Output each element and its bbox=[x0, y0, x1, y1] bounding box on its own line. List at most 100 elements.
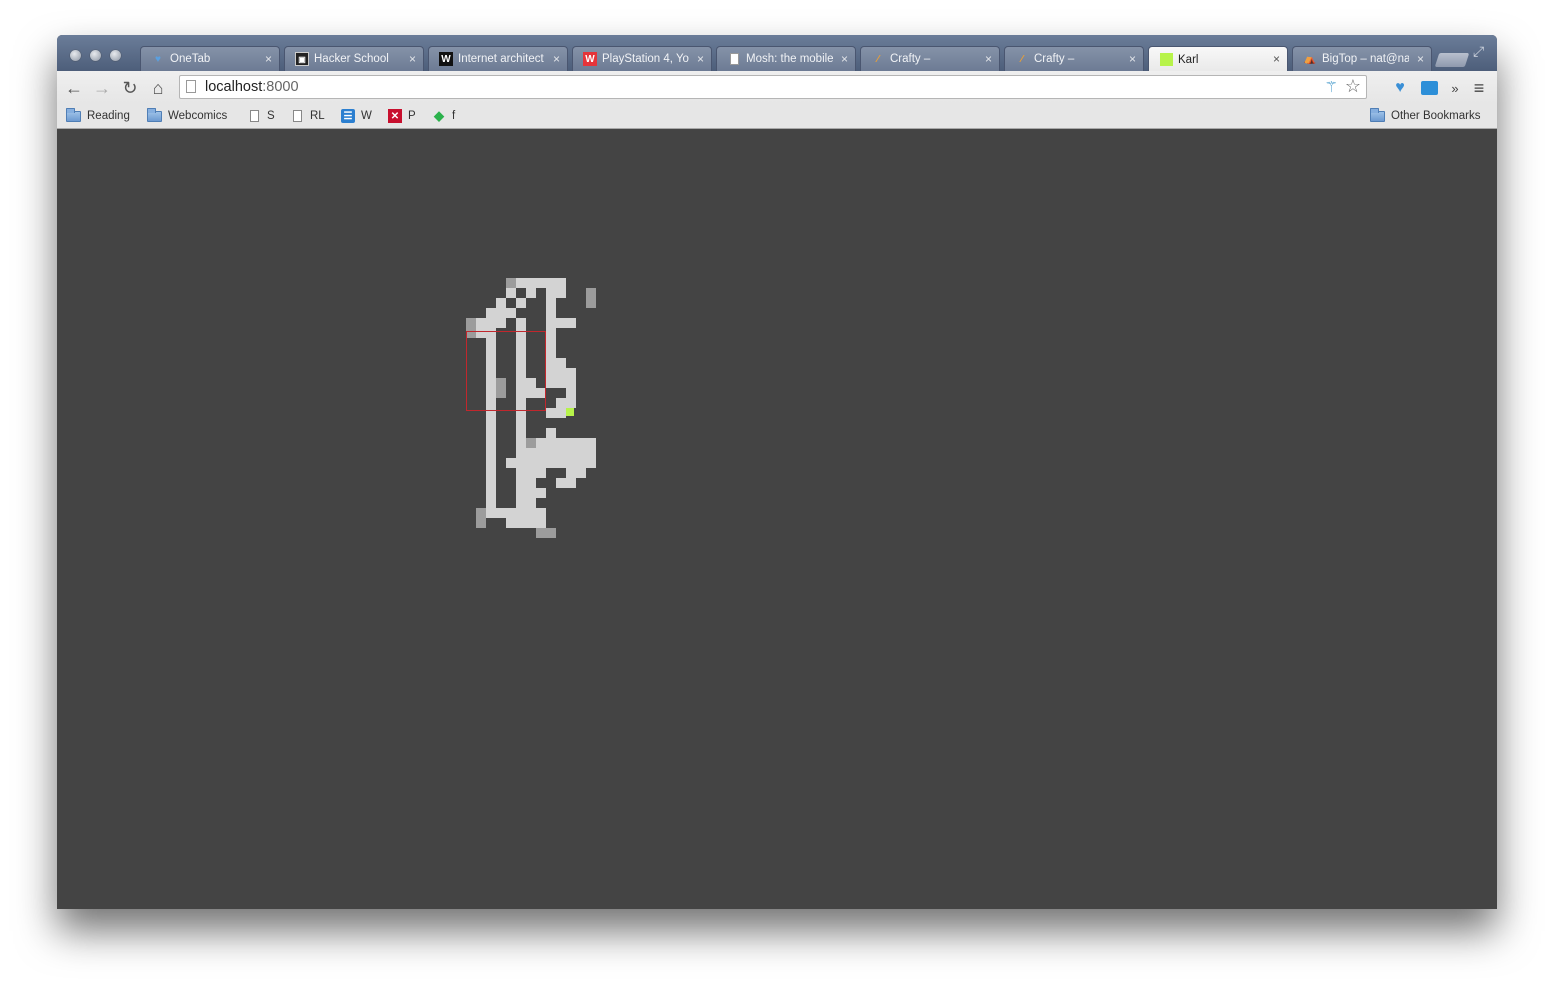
floor-tile bbox=[486, 438, 496, 448]
new-tab-button[interactable] bbox=[1434, 53, 1470, 67]
close-tab-icon[interactable]: × bbox=[697, 52, 704, 66]
floor-tile bbox=[516, 278, 526, 288]
back-icon[interactable]: ← bbox=[64, 78, 84, 98]
floor-tile bbox=[506, 458, 516, 468]
floor-tile bbox=[516, 448, 526, 458]
screenshot-extension-icon[interactable] bbox=[1419, 78, 1439, 98]
bookmark-label: Webcomics bbox=[168, 110, 228, 122]
wall-tile bbox=[526, 438, 536, 448]
floor-tile bbox=[556, 358, 566, 368]
menu-icon[interactable]: ≡ bbox=[1469, 78, 1489, 98]
tab-karl[interactable]: Karl × bbox=[1148, 46, 1288, 72]
floor-tile bbox=[506, 518, 516, 528]
bookmark-label: RL bbox=[310, 110, 325, 122]
other-bookmarks[interactable]: Other Bookmarks bbox=[1370, 107, 1480, 123]
bookmark-s[interactable]: S bbox=[250, 109, 275, 123]
floor-tile bbox=[516, 438, 526, 448]
folder-icon bbox=[147, 107, 162, 122]
bookmark-reading[interactable]: Reading bbox=[66, 107, 130, 123]
tab-internet-architecture[interactable]: W Internet architect × bbox=[428, 46, 568, 71]
close-tab-icon[interactable]: × bbox=[1417, 52, 1424, 66]
floor-tile bbox=[506, 508, 516, 518]
close-tab-icon[interactable]: × bbox=[985, 52, 992, 66]
karl-icon bbox=[1159, 53, 1173, 67]
close-tab-icon[interactable]: × bbox=[1129, 52, 1136, 66]
close-tab-icon[interactable]: × bbox=[1273, 52, 1280, 66]
floor-tile bbox=[556, 288, 566, 298]
floor-tile bbox=[486, 468, 496, 478]
floor-tile bbox=[486, 498, 496, 508]
wall-tile bbox=[586, 298, 596, 308]
floor-tile bbox=[536, 508, 546, 518]
bookmark-f[interactable]: ◆ f bbox=[432, 108, 455, 123]
floor-tile bbox=[556, 378, 566, 388]
address-port: :8000 bbox=[262, 79, 299, 95]
floor-tile bbox=[556, 478, 566, 488]
floor-tile bbox=[556, 368, 566, 378]
tab-title: Karl bbox=[1178, 53, 1199, 66]
tab-mosh[interactable]: Mosh: the mobile × bbox=[716, 46, 856, 71]
tab-playstation[interactable]: W PlayStation 4, Yo × bbox=[572, 46, 712, 71]
tab-bigtop[interactable]: ⛺ BigTop – nat@na × bbox=[1292, 46, 1432, 71]
floor-tile bbox=[566, 438, 576, 448]
floor-tile bbox=[556, 448, 566, 458]
floor-tile bbox=[546, 408, 556, 418]
floor-tile bbox=[486, 488, 496, 498]
fullscreen-icon[interactable]: ⤢ bbox=[1473, 43, 1489, 59]
tab-title: Mosh: the mobile bbox=[746, 53, 833, 65]
polygon-icon: W bbox=[583, 52, 597, 66]
w-app-icon: ☰ bbox=[341, 109, 355, 123]
close-tab-icon[interactable]: × bbox=[553, 52, 560, 66]
zoom-window-button[interactable] bbox=[110, 50, 121, 61]
home-icon[interactable]: ⌂ bbox=[148, 78, 168, 98]
wall-tile bbox=[506, 278, 516, 288]
bookmark-p[interactable]: ✕ P bbox=[388, 109, 416, 123]
tab-onetab[interactable]: ♥ OneTab × bbox=[140, 46, 280, 71]
floor-tile bbox=[556, 458, 566, 468]
floor-tile bbox=[516, 318, 526, 328]
bookmark-label: P bbox=[408, 110, 416, 122]
tab-title: OneTab bbox=[170, 53, 211, 65]
reload-icon[interactable]: ↻ bbox=[120, 78, 140, 98]
close-window-button[interactable] bbox=[70, 50, 81, 61]
page-icon bbox=[186, 80, 196, 93]
onetab-extension-icon[interactable]: ♥ bbox=[1390, 78, 1410, 98]
floor-tile bbox=[536, 488, 546, 498]
folder-icon bbox=[1370, 107, 1385, 122]
page-icon bbox=[250, 110, 259, 122]
floor-tile bbox=[526, 488, 536, 498]
bookmark-webcomics[interactable]: Webcomics bbox=[147, 107, 228, 123]
floor-tile bbox=[546, 318, 556, 328]
minimize-window-button[interactable] bbox=[90, 50, 101, 61]
game-viewport[interactable] bbox=[57, 129, 1497, 909]
tab-crafty-1[interactable]: ⁄ Crafty – × bbox=[860, 46, 1000, 71]
forward-icon[interactable]: → bbox=[92, 78, 112, 98]
floor-tile bbox=[566, 478, 576, 488]
floor-tile bbox=[546, 328, 556, 338]
floor-tile bbox=[546, 428, 556, 438]
tab-crafty-2[interactable]: ⁄ Crafty – × bbox=[1004, 46, 1144, 71]
floor-tile bbox=[566, 458, 576, 468]
close-tab-icon[interactable]: × bbox=[841, 52, 848, 66]
floor-tile bbox=[526, 278, 536, 288]
floor-tile bbox=[566, 388, 576, 398]
close-tab-icon[interactable]: × bbox=[265, 52, 272, 66]
tab-title: Crafty – bbox=[1034, 53, 1075, 65]
floor-tile bbox=[526, 498, 536, 508]
close-tab-icon[interactable]: × bbox=[409, 52, 416, 66]
bookmark-star-icon[interactable]: ☆ bbox=[1345, 76, 1361, 97]
more-extensions-icon[interactable]: » bbox=[1445, 78, 1465, 98]
floor-tile bbox=[556, 438, 566, 448]
wall-tile bbox=[476, 518, 486, 528]
satellite-extension-icon[interactable]: ⚚ bbox=[1325, 78, 1338, 96]
floor-tile bbox=[516, 508, 526, 518]
tab-title: BigTop – nat@na bbox=[1322, 53, 1409, 65]
bookmark-w[interactable]: ☰ W bbox=[341, 109, 372, 123]
bookmark-rl[interactable]: RL bbox=[293, 109, 325, 123]
floor-tile bbox=[526, 458, 536, 468]
floor-tile bbox=[536, 468, 546, 478]
floor-tile bbox=[486, 478, 496, 488]
floor-tile bbox=[486, 308, 496, 318]
tab-hacker-school[interactable]: ▣ Hacker School × bbox=[284, 46, 424, 71]
address-bar[interactable]: localhost:8000 ⚚ ☆ bbox=[179, 75, 1367, 99]
